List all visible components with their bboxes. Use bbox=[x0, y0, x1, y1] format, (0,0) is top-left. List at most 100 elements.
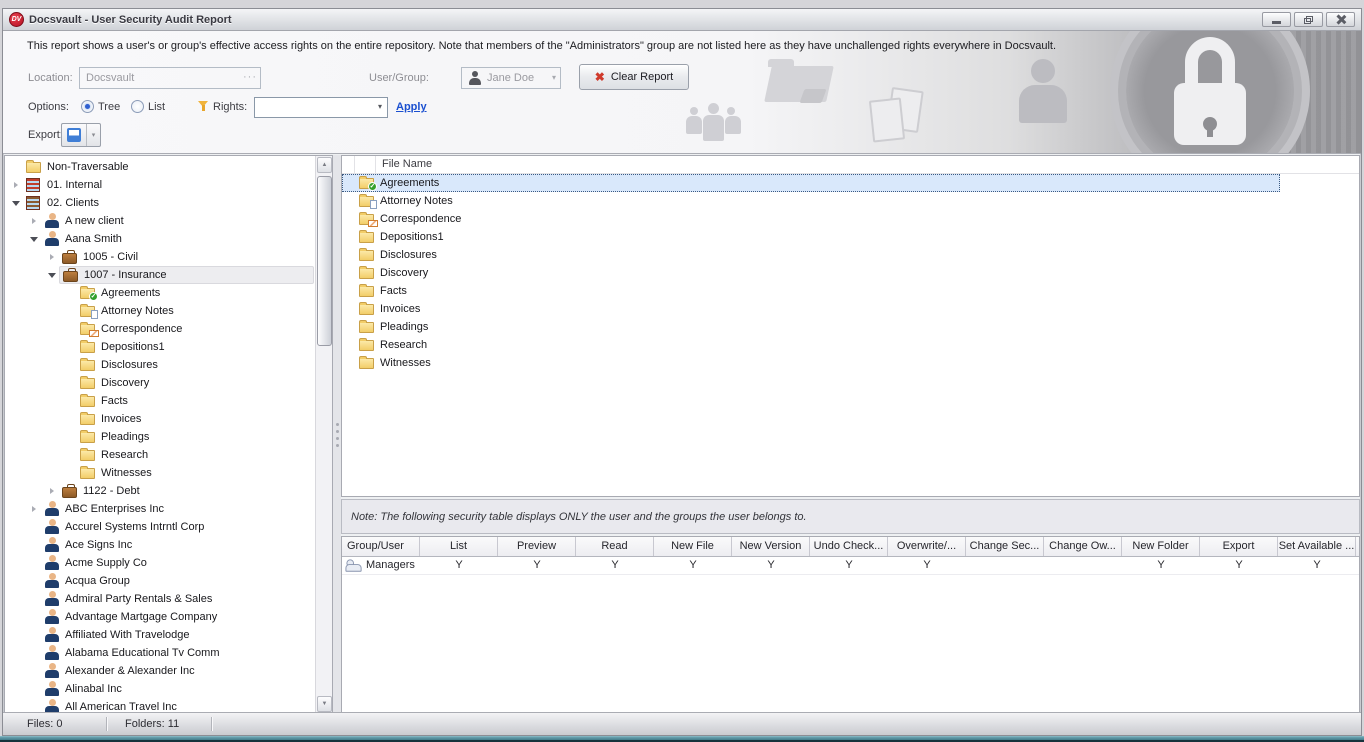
table-column-header[interactable]: Set Available ... bbox=[1278, 537, 1356, 556]
table-column-header[interactable]: Change Sec... bbox=[966, 537, 1044, 556]
tree-item[interactable]: Research bbox=[5, 446, 314, 464]
tree-item[interactable]: Non-Traversable bbox=[5, 158, 314, 176]
expand-arrow-icon[interactable] bbox=[45, 254, 59, 260]
tree-item[interactable]: Facts bbox=[5, 392, 314, 410]
tree-item[interactable]: Advantage Martgage Company bbox=[5, 608, 314, 626]
tree-item[interactable]: ABC Enterprises Inc bbox=[5, 500, 314, 518]
table-column-header[interactable]: New Folder bbox=[1122, 537, 1200, 556]
tree-item[interactable]: Admiral Party Rentals & Sales bbox=[5, 590, 314, 608]
scroll-down-icon[interactable]: ▼ bbox=[317, 696, 332, 712]
file-name-label: Research bbox=[380, 339, 427, 351]
list-radio-label[interactable]: List bbox=[148, 101, 165, 113]
filter-funnel-icon bbox=[198, 100, 210, 112]
table-column-header[interactable]: Change Ow... bbox=[1044, 537, 1122, 556]
file-list-header[interactable]: File Name bbox=[342, 156, 1359, 174]
file-list-row[interactable]: Facts bbox=[342, 282, 1359, 300]
user-group-combobox: Jane Doe ▾ bbox=[461, 67, 561, 89]
collapse-arrow-icon[interactable] bbox=[27, 237, 41, 242]
file-list-row[interactable]: Research bbox=[342, 336, 1359, 354]
export-button[interactable]: ▾ bbox=[61, 123, 101, 147]
table-column-header[interactable]: Export bbox=[1200, 537, 1278, 556]
table-column-header[interactable]: Read bbox=[576, 537, 654, 556]
collapse-arrow-icon[interactable] bbox=[9, 201, 23, 206]
tree-item[interactable]: Aana Smith bbox=[5, 230, 314, 248]
tree-item-content: Disclosures bbox=[77, 356, 314, 374]
table-column-header[interactable]: Undo Check... bbox=[810, 537, 888, 556]
tree-item[interactable]: Witnesses bbox=[5, 464, 314, 482]
export-dropdown-icon[interactable]: ▾ bbox=[86, 124, 100, 146]
table-column-header[interactable]: Overwrite/... bbox=[888, 537, 966, 556]
tree-item[interactable]: Alabama Educational Tv Comm bbox=[5, 644, 314, 662]
folder-icon bbox=[25, 159, 43, 175]
file-list-row[interactable]: Pleadings bbox=[342, 318, 1359, 336]
apply-link[interactable]: Apply bbox=[396, 101, 427, 113]
pane-splitter[interactable] bbox=[333, 155, 341, 714]
collapse-arrow-icon[interactable] bbox=[45, 273, 59, 278]
tree-item[interactable]: Pleadings bbox=[5, 428, 314, 446]
folder-document-icon bbox=[79, 303, 97, 319]
tree-scrollbar[interactable]: ▲ ▼ bbox=[315, 156, 332, 713]
tree-item[interactable]: Attorney Notes bbox=[5, 302, 314, 320]
tree-item[interactable]: Depositions1 bbox=[5, 338, 314, 356]
tree-item[interactable]: 1122 - Debt bbox=[5, 482, 314, 500]
tree-item-content: Correspondence bbox=[77, 320, 314, 338]
tree-item[interactable]: Acme Supply Co bbox=[5, 554, 314, 572]
tree-item-label: Attorney Notes bbox=[101, 305, 174, 317]
status-separator bbox=[106, 717, 107, 731]
minimize-button[interactable] bbox=[1262, 12, 1291, 27]
tree-item[interactable]: Ace Signs Inc bbox=[5, 536, 314, 554]
tree-item[interactable]: Alinabal Inc bbox=[5, 680, 314, 698]
tree-item-content: Alinabal Inc bbox=[41, 680, 314, 698]
tree-item[interactable]: Invoices bbox=[5, 410, 314, 428]
table-column-header[interactable]: New File bbox=[654, 537, 732, 556]
status-separator bbox=[211, 717, 212, 731]
clear-report-button[interactable]: ✖ Clear Report bbox=[579, 64, 689, 90]
list-radio[interactable] bbox=[131, 100, 144, 113]
file-list-row[interactable]: Invoices bbox=[342, 300, 1359, 318]
table-column-header[interactable]: Preview bbox=[498, 537, 576, 556]
scrollbar-thumb[interactable] bbox=[317, 176, 332, 346]
tree-radio[interactable] bbox=[81, 100, 94, 113]
tree-item-label: Depositions1 bbox=[101, 341, 165, 353]
file-list-row[interactable]: Attorney Notes bbox=[342, 192, 1359, 210]
tree-item[interactable]: 1007 - Insurance bbox=[5, 266, 314, 284]
rights-dropdown[interactable]: ▾ bbox=[254, 97, 388, 118]
tree-item[interactable]: Disclosures bbox=[5, 356, 314, 374]
expand-arrow-icon[interactable] bbox=[27, 218, 41, 224]
table-row[interactable]: ManagersYYYYYYYYYY bbox=[342, 557, 1359, 575]
table-column-header[interactable]: List bbox=[420, 537, 498, 556]
expand-arrow-icon[interactable] bbox=[27, 506, 41, 512]
file-list-row[interactable]: Witnesses bbox=[342, 354, 1359, 372]
tree-item[interactable]: 01. Internal bbox=[5, 176, 314, 194]
table-column-header[interactable]: New Version bbox=[732, 537, 810, 556]
file-name-column-header[interactable]: File Name bbox=[382, 158, 432, 170]
file-list-row[interactable]: Disclosures bbox=[342, 246, 1359, 264]
table-column-header[interactable]: Group/User bbox=[342, 537, 420, 556]
tree-radio-label[interactable]: Tree bbox=[98, 101, 120, 113]
tree-item[interactable]: A new client bbox=[5, 212, 314, 230]
tree-item-label: Invoices bbox=[101, 413, 141, 425]
file-list-panel: File Name AgreementsAttorney NotesCorres… bbox=[341, 155, 1360, 497]
file-list-row[interactable]: Discovery bbox=[342, 264, 1359, 282]
tree-item[interactable]: Discovery bbox=[5, 374, 314, 392]
tree-item[interactable]: Correspondence bbox=[5, 320, 314, 338]
tree-item-content: 01. Internal bbox=[23, 176, 314, 194]
tree-item[interactable]: Acqua Group bbox=[5, 572, 314, 590]
file-list-row[interactable]: Correspondence bbox=[342, 210, 1359, 228]
tree-item-label: Advantage Martgage Company bbox=[65, 611, 217, 623]
expand-arrow-icon[interactable] bbox=[9, 182, 23, 188]
minimize-icon bbox=[1272, 21, 1281, 24]
tree-item[interactable]: 02. Clients bbox=[5, 194, 314, 212]
tree-item[interactable]: Agreements bbox=[5, 284, 314, 302]
tree-item[interactable]: 1005 - Civil bbox=[5, 248, 314, 266]
restore-button[interactable] bbox=[1294, 12, 1323, 27]
tree-item-label: Correspondence bbox=[101, 323, 182, 335]
tree-item[interactable]: Affiliated With Travelodge bbox=[5, 626, 314, 644]
file-list-row[interactable]: Depositions1 bbox=[342, 228, 1359, 246]
expand-arrow-icon[interactable] bbox=[45, 488, 59, 494]
file-list-row[interactable]: Agreements bbox=[342, 174, 1280, 192]
tree-item[interactable]: Accurel Systems Intrntl Corp bbox=[5, 518, 314, 536]
scroll-up-icon[interactable]: ▲ bbox=[317, 157, 332, 173]
tree-item[interactable]: Alexander & Alexander Inc bbox=[5, 662, 314, 680]
close-button[interactable] bbox=[1326, 12, 1355, 27]
